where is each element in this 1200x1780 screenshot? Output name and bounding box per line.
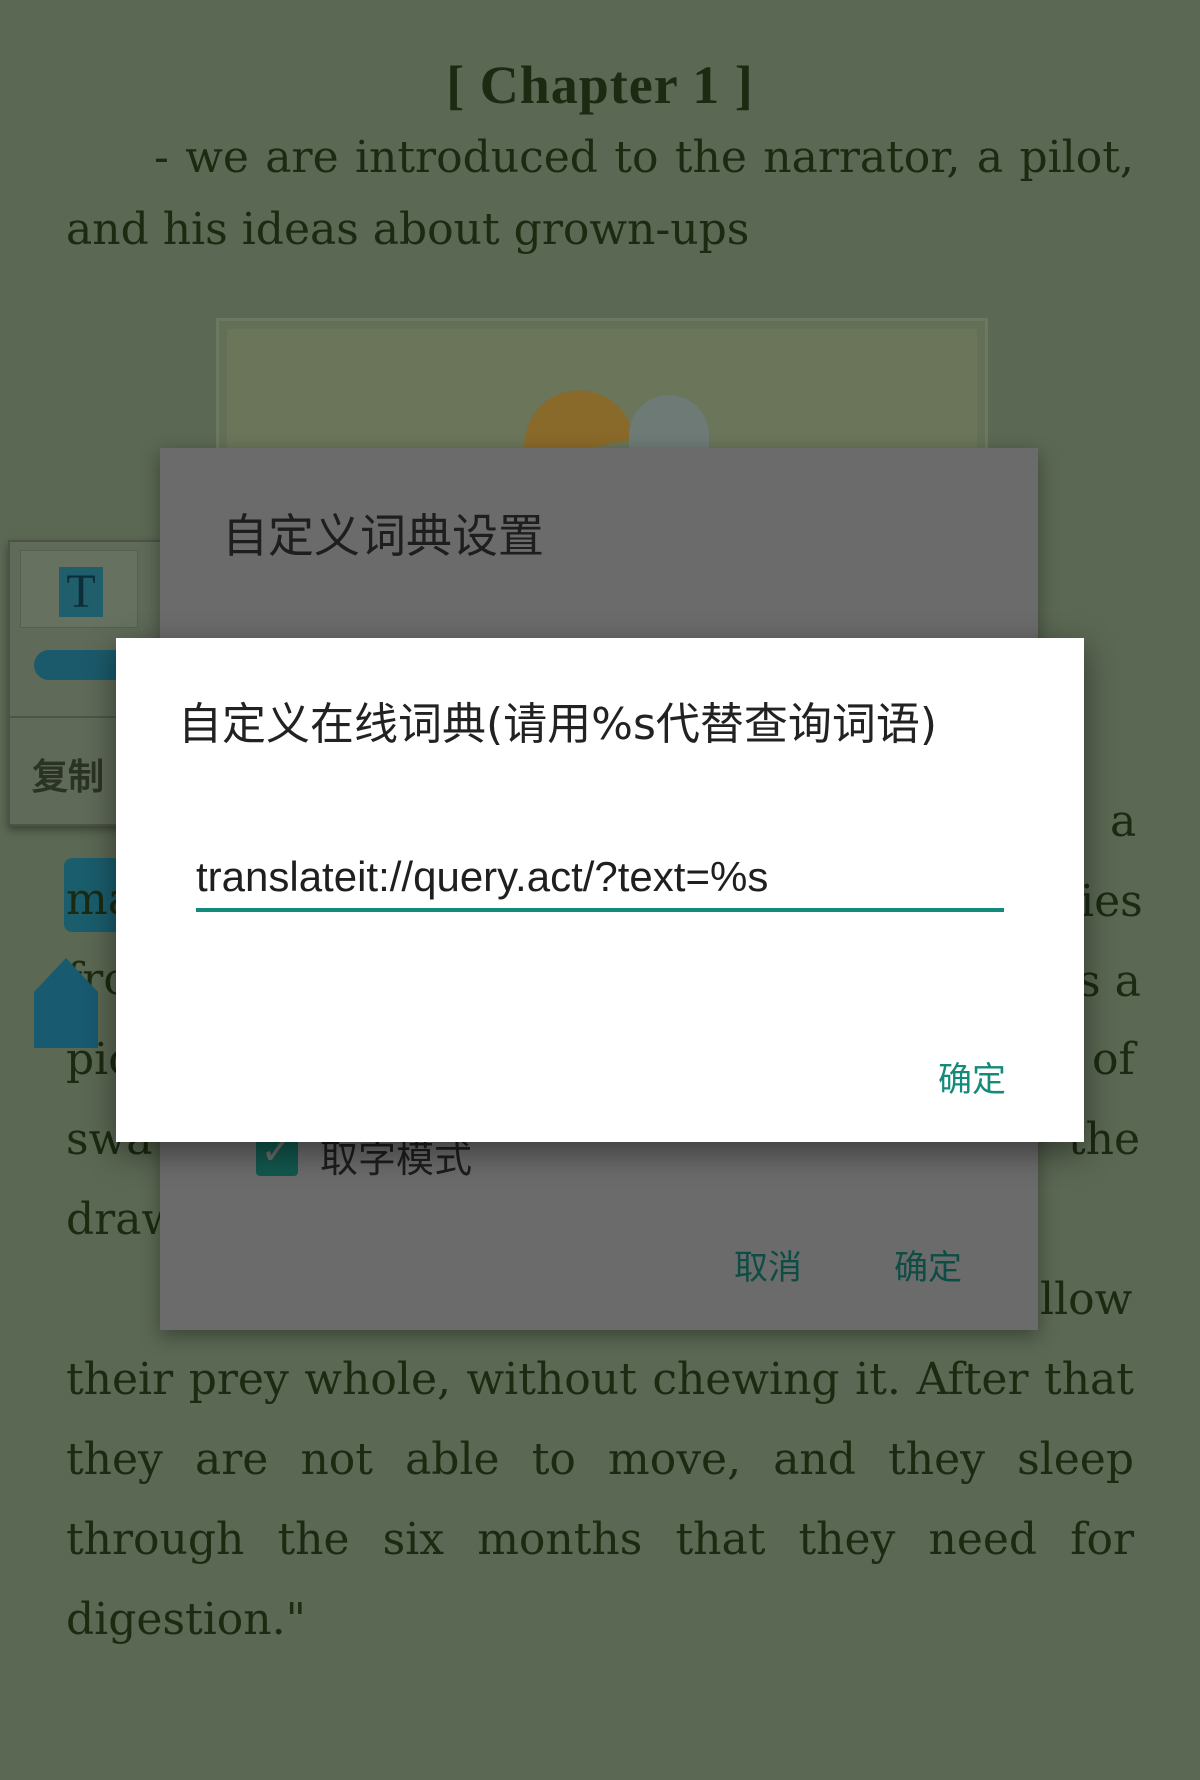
paragraph-line: and his ideas about grown-ups bbox=[66, 204, 750, 255]
paragraph-line: digestion." bbox=[66, 1594, 306, 1645]
word: it. bbox=[855, 1354, 901, 1405]
selection-handle-tip bbox=[34, 958, 98, 992]
confirm-button[interactable]: 确定 bbox=[938, 1052, 1006, 1101]
text-fragment: llow bbox=[1040, 1274, 1133, 1325]
word: to bbox=[614, 132, 659, 183]
word: narrator, bbox=[763, 132, 961, 183]
paragraph-line: through the six months that they need for bbox=[66, 1514, 1134, 1565]
word: a bbox=[976, 132, 1004, 183]
word: through bbox=[66, 1514, 245, 1565]
word: able bbox=[405, 1434, 500, 1485]
word: to bbox=[531, 1434, 576, 1485]
dialog-title: 自定义词典设置 bbox=[222, 509, 544, 563]
word: are bbox=[265, 132, 339, 183]
custom-online-dictionary-dialog: 自定义在线词典(请用%s代替查询词语) 确定 bbox=[116, 638, 1084, 1142]
cancel-button[interactable]: 取消 bbox=[734, 1240, 802, 1289]
word: we bbox=[185, 132, 249, 183]
word: need bbox=[928, 1514, 1038, 1565]
paragraph-line: their prey whole, without chewing it. After tha… bbox=[66, 1354, 1134, 1405]
word: that bbox=[1044, 1354, 1134, 1405]
word: they bbox=[66, 1434, 163, 1485]
word: they bbox=[798, 1514, 896, 1565]
chapter-title: [ Chapter 1 ] bbox=[446, 55, 754, 115]
word: whole, bbox=[304, 1354, 451, 1405]
dialog-title: 自定义在线词典(请用%s代替查询词语) bbox=[178, 699, 938, 750]
word: the bbox=[277, 1514, 350, 1565]
paragraph-line: - we are introduced to the narrator, a pilot, bbox=[66, 132, 1134, 183]
word: After bbox=[916, 1354, 1029, 1405]
word: for bbox=[1070, 1514, 1134, 1565]
word: - bbox=[154, 132, 169, 183]
word: without bbox=[466, 1354, 637, 1405]
text-fragment: a bbox=[1110, 796, 1137, 847]
word: chewing bbox=[652, 1354, 840, 1405]
confirm-button[interactable]: 确定 bbox=[894, 1240, 962, 1289]
dictionary-url-input[interactable] bbox=[196, 852, 1002, 902]
word: introduced bbox=[354, 132, 598, 183]
selection-handle[interactable] bbox=[34, 992, 98, 1048]
word: the bbox=[674, 132, 747, 183]
word: not bbox=[300, 1434, 373, 1485]
word: that bbox=[675, 1514, 766, 1565]
word: six bbox=[382, 1514, 445, 1565]
word: sleep bbox=[1017, 1434, 1134, 1485]
text-fragment: ies bbox=[1080, 876, 1143, 927]
paragraph-line: they are not able to move, and they sleep bbox=[66, 1434, 1134, 1485]
word: they bbox=[888, 1434, 985, 1485]
copy-button[interactable]: 复制 bbox=[32, 748, 104, 800]
word: are bbox=[195, 1434, 269, 1485]
word: prey bbox=[188, 1354, 289, 1405]
chapter-illustration bbox=[216, 318, 988, 454]
word: their bbox=[66, 1354, 174, 1405]
text-fragment: s a bbox=[1078, 956, 1141, 1007]
word: months bbox=[477, 1514, 643, 1565]
text-fragment: of bbox=[1092, 1034, 1135, 1085]
word: move, bbox=[607, 1434, 742, 1485]
word: and bbox=[773, 1434, 856, 1485]
text-style-button[interactable]: T bbox=[20, 550, 138, 628]
word: pilot, bbox=[1019, 132, 1134, 183]
text-icon: T bbox=[59, 567, 103, 617]
input-underline bbox=[196, 908, 1004, 912]
